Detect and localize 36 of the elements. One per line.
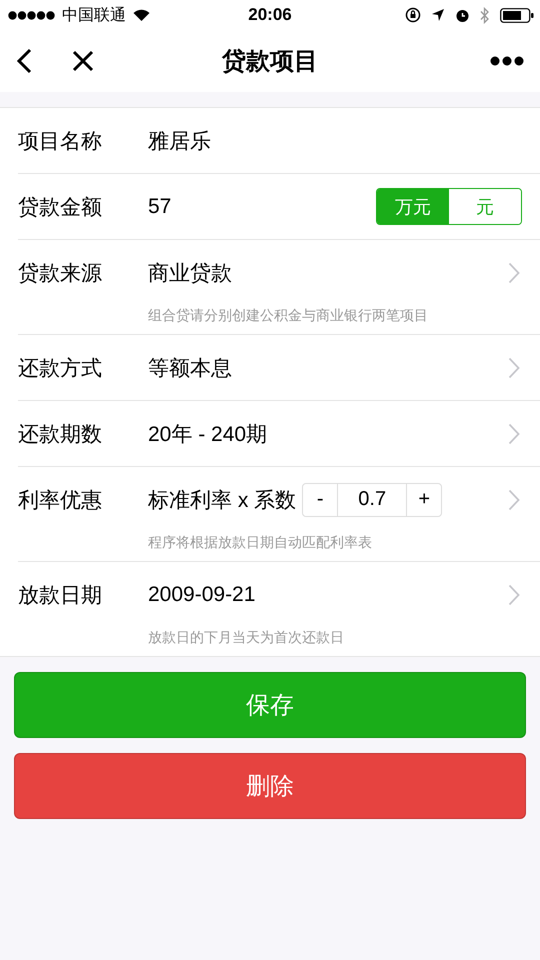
back-icon[interactable]: [16, 48, 32, 74]
field-label: 贷款金额: [18, 194, 103, 220]
more-icon[interactable]: [490, 56, 524, 66]
carrier-name: 中国联通: [62, 6, 126, 26]
signal-icon: [8, 10, 55, 20]
alarm-icon: [455, 8, 470, 22]
field-value[interactable]: 2009-09-21: [148, 582, 256, 606]
wifi-icon: [133, 9, 150, 21]
field-value: 雅居乐: [148, 128, 211, 154]
field-label: 还款期数: [18, 422, 103, 448]
field-hint: 组合贷请分别创建公积金与商业银行两笔项目: [148, 307, 429, 325]
chevron-icon: [508, 584, 520, 606]
field-hint: 程序将根据放款日期自动匹配利率表: [148, 534, 373, 552]
location-icon: [431, 8, 445, 22]
field-hint: 放款日的下月当天为首次还款日: [148, 629, 345, 647]
field-value: 标准利率 x 系数: [148, 488, 296, 514]
field-value[interactable]: 商业贷款: [148, 258, 232, 286]
bluetooth-icon: [480, 6, 490, 24]
field-label: 项目名称: [18, 128, 103, 154]
field-label: 利率优惠: [18, 488, 103, 514]
rotation-lock-icon: [405, 7, 421, 23]
field-value[interactable]: 等额本息: [148, 354, 232, 382]
page-title: 贷款项目: [220, 47, 319, 77]
chevron-icon: [508, 356, 520, 378]
chevron-icon: [508, 422, 520, 444]
chevron-icon: [508, 488, 520, 510]
field-label: 还款方式: [18, 356, 103, 382]
close-icon[interactable]: [72, 50, 94, 72]
delete-button[interactable]: 删除: [14, 753, 526, 819]
field-value[interactable]: 20年 - 240期: [148, 420, 268, 448]
battery-icon: [500, 8, 534, 22]
chevron-icon: [508, 262, 520, 284]
field-label: 贷款来源: [18, 260, 103, 286]
status-time: 20:06: [247, 5, 293, 25]
field-label: 放款日期: [18, 582, 103, 608]
field-value: 57: [148, 194, 172, 218]
